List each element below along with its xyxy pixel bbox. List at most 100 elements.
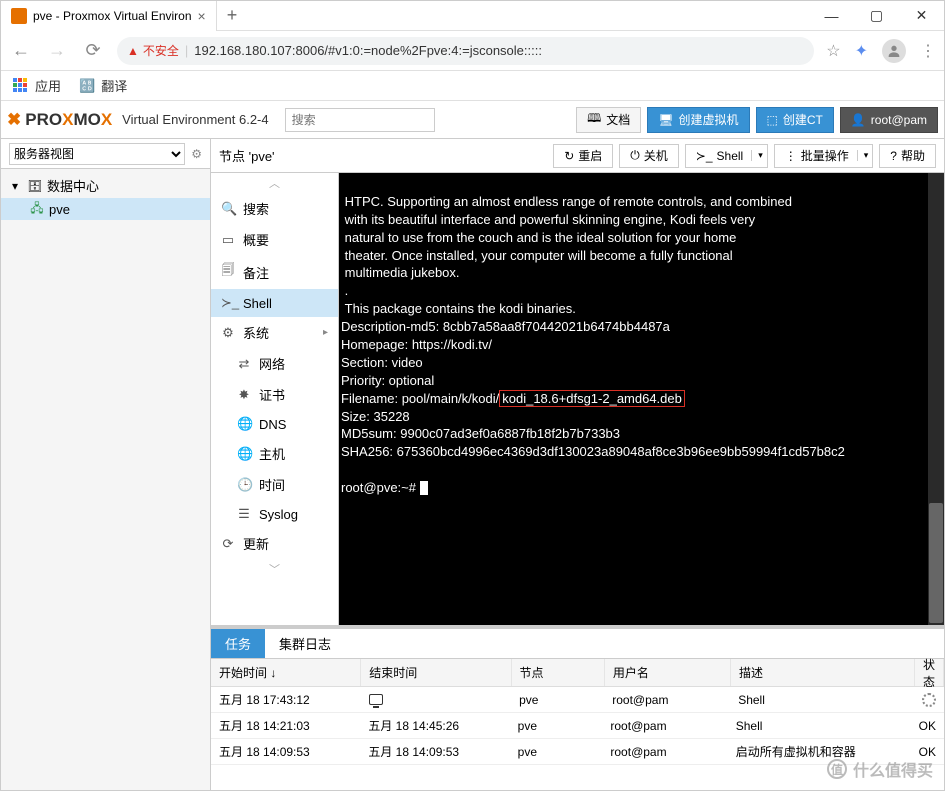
col-start-time[interactable]: 开始时间 ↓: [211, 659, 361, 686]
submenu-update[interactable]: ⟳更新: [211, 528, 338, 559]
col-desc[interactable]: 描述: [731, 659, 915, 686]
terminal-scrollbar[interactable]: [928, 173, 944, 625]
logo-x-icon: ✖: [7, 110, 21, 130]
docs-button[interactable]: 🕮文档: [576, 107, 641, 133]
user-menu-button[interactable]: 👤root@pam: [840, 107, 938, 133]
tab-tasks[interactable]: 任务: [211, 629, 265, 658]
url-text: 192.168.180.107:8006/#v1:0:=node%2Fpve:4…: [194, 43, 542, 58]
security-warning-icon: ▲ 不安全: [127, 42, 179, 59]
gears-icon: ⚙: [221, 325, 235, 341]
submenu-time[interactable]: 🕒时间: [211, 469, 338, 500]
browser-tab[interactable]: pve - Proxmox Virtual Environ ×: [1, 1, 217, 31]
submenu-syslog[interactable]: ☰Syslog: [211, 500, 338, 528]
proxmox-logo: ✖ PROXMOX: [7, 110, 112, 130]
highlighted-filename: kodi_18.6+dfsg1-2_amd64.deb: [499, 390, 685, 407]
chevron-down-icon[interactable]: ▾: [751, 150, 763, 161]
submenu-network[interactable]: ⇄网络: [211, 348, 338, 379]
tree-datacenter[interactable]: ▾ 🗄 数据中心: [1, 173, 210, 198]
table-row[interactable]: 五月 18 14:09:53五月 18 14:09:53pveroot@pam启…: [211, 739, 944, 765]
col-status[interactable]: 状态: [915, 659, 944, 686]
close-tab-icon[interactable]: ×: [198, 8, 206, 24]
submenu-host[interactable]: 🌐主机: [211, 438, 338, 469]
table-row[interactable]: 五月 18 14:21:03五月 18 14:45:26pveroot@pamS…: [211, 713, 944, 739]
menu-icon[interactable]: ⋮: [920, 41, 936, 61]
star-icon[interactable]: ☆: [826, 41, 840, 61]
apps-bookmark[interactable]: 应用: [13, 76, 61, 95]
list-icon: ⋮: [785, 149, 797, 163]
shell-button[interactable]: ≻_Shell▾: [685, 144, 768, 168]
bulk-actions-button[interactable]: ⋮批量操作▾: [774, 144, 874, 168]
pve-header: ✖ PROXMOX Virtual Environment 6.2-4 🕮文档 …: [1, 101, 944, 139]
scrollbar-thumb[interactable]: [929, 503, 943, 623]
shell-terminal[interactable]: HTPC. Supporting an almost endless range…: [339, 173, 944, 625]
node-toolbar: 节点 'pve' ↻重启 ⏻关机 ≻_Shell▾ ⋮批量操作▾ ?帮助: [211, 139, 944, 173]
apps-grid-icon: [13, 78, 29, 94]
col-node[interactable]: 节点: [512, 659, 605, 686]
url-input[interactable]: ▲ 不安全 | 192.168.180.107:8006/#v1:0:=node…: [117, 37, 814, 65]
submenu-cert[interactable]: ✸证书: [211, 379, 338, 410]
datacenter-icon: 🗄: [27, 178, 43, 194]
globe-icon: 🌐: [237, 416, 251, 432]
certificate-icon: ✸: [237, 387, 251, 403]
create-vm-button[interactable]: 🖥创建虚拟机: [647, 107, 749, 133]
create-ct-button[interactable]: ⬚创建CT: [756, 107, 834, 133]
spinner-icon: [922, 693, 936, 707]
node-submenu: ︿ 🔍搜索 ▭概要 🗐备注 ≻_Shell ⚙系统▸ ⇄网络 ✸证书 🌐DNS …: [211, 173, 339, 625]
restart-icon: ↻: [564, 149, 574, 163]
nav-forward-button[interactable]: →: [45, 40, 69, 61]
tree-node-pve[interactable]: 🖧 pve: [1, 198, 210, 220]
nav-reload-button[interactable]: ⟳: [81, 40, 105, 61]
window-minimize-button[interactable]: —: [809, 1, 854, 31]
submenu-system[interactable]: ⚙系统▸: [211, 317, 338, 348]
tab-cluster-log[interactable]: 集群日志: [265, 629, 345, 658]
translate-bookmark[interactable]: 🔠 翻译: [79, 76, 127, 95]
monitor-icon: [369, 694, 383, 705]
col-user[interactable]: 用户名: [605, 659, 731, 686]
translate-icon: 🔠: [79, 78, 95, 94]
browser-titlebar: pve - Proxmox Virtual Environ × + — ▢ ✕: [1, 1, 944, 31]
tasks-grid-header: 开始时间 ↓ 结束时间 节点 用户名 描述 状态: [211, 659, 944, 687]
col-end-time[interactable]: 结束时间: [361, 659, 511, 686]
terminal-icon: ≻_: [696, 149, 713, 163]
browser-urlbar: ← → ⟳ ▲ 不安全 | 192.168.180.107:8006/#v1:0…: [1, 31, 944, 71]
shutdown-button[interactable]: ⏻关机: [619, 144, 679, 168]
new-tab-button[interactable]: +: [217, 5, 248, 26]
tasks-panel: 任务 集群日志 开始时间 ↓ 结束时间 节点 用户名 描述 状态 五月 18 1…: [211, 625, 944, 790]
favicon-icon: [11, 8, 27, 24]
submenu-summary[interactable]: ▭概要: [211, 224, 338, 255]
resource-tree-panel: 服务器视图 ⚙ ▾ 🗄 数据中心 🖧 pve: [1, 139, 211, 790]
chevron-down-icon[interactable]: ▾: [857, 150, 869, 161]
terminal-icon: ≻_: [221, 295, 235, 311]
window-maximize-button[interactable]: ▢: [854, 1, 899, 31]
profile-avatar-icon[interactable]: [882, 39, 906, 63]
nav-back-button[interactable]: ←: [9, 40, 33, 61]
collapse-icon[interactable]: ▾: [7, 178, 23, 194]
scroll-up-icon[interactable]: ︿: [211, 173, 338, 193]
submenu-shell[interactable]: ≻_Shell: [211, 289, 338, 317]
list-icon: ☰: [237, 506, 251, 522]
window-close-button[interactable]: ✕: [899, 1, 944, 31]
book-icon: 🕮: [587, 109, 601, 130]
submenu-notes[interactable]: 🗐备注: [211, 255, 338, 289]
help-icon: ?: [890, 149, 897, 163]
clock-icon: 🕒: [237, 477, 251, 493]
restart-button[interactable]: ↻重启: [553, 144, 613, 168]
help-button[interactable]: ?帮助: [879, 144, 936, 168]
submenu-search[interactable]: 🔍搜索: [211, 193, 338, 224]
book-icon: ▭: [221, 232, 235, 248]
monitor-icon: 🖥: [658, 113, 673, 127]
chevron-down-icon: ▸: [323, 327, 328, 338]
settings-gear-icon[interactable]: ⚙: [191, 147, 202, 161]
view-select[interactable]: 服务器视图: [9, 143, 185, 165]
scroll-down-icon[interactable]: ﹀: [211, 559, 338, 579]
submenu-dns[interactable]: 🌐DNS: [211, 410, 338, 438]
product-version: Virtual Environment 6.2-4: [122, 112, 268, 127]
power-icon: ⏻: [630, 148, 640, 163]
search-icon: 🔍: [221, 201, 235, 217]
network-icon: ⇄: [237, 356, 251, 372]
server-icon: 🖧: [29, 201, 45, 217]
global-search-input[interactable]: [285, 108, 435, 132]
extension-icon[interactable]: ✦: [855, 41, 868, 61]
table-row[interactable]: 五月 18 17:43:12pveroot@pamShell: [211, 687, 944, 713]
cube-icon: ⬚: [767, 113, 778, 127]
